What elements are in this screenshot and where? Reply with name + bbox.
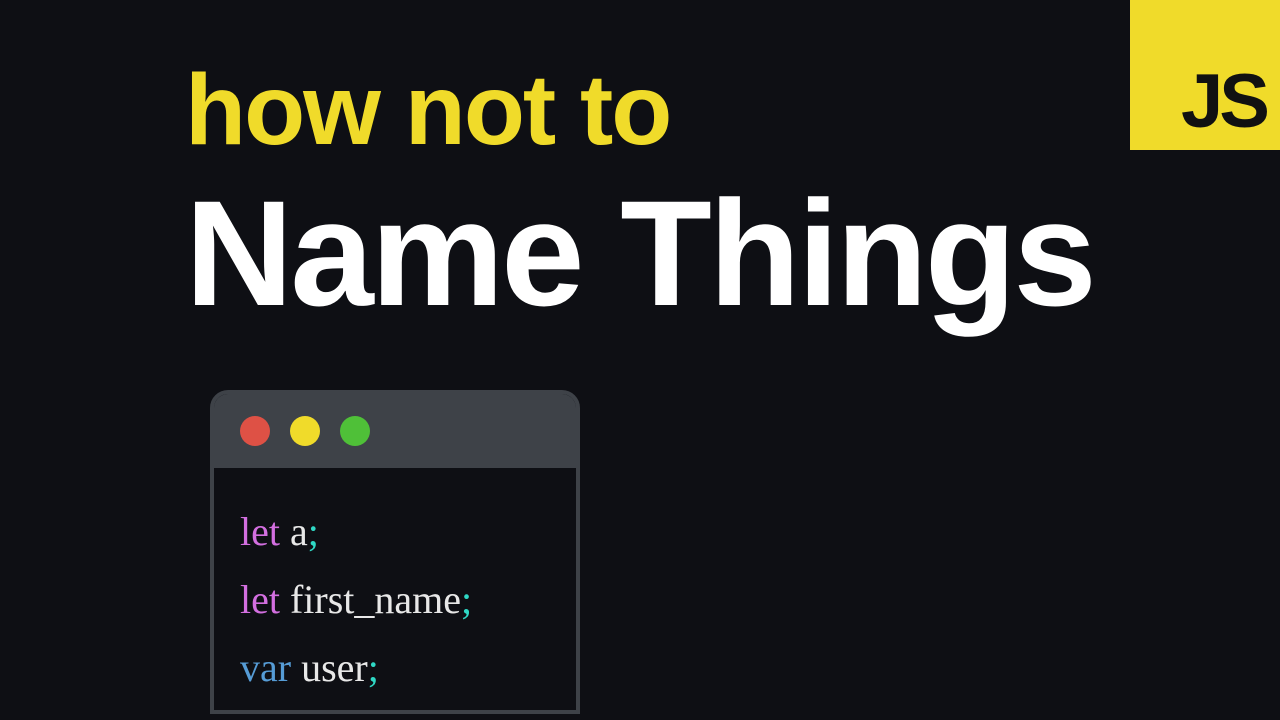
code-semicolon: ;	[461, 577, 472, 622]
window-dot-green-icon	[340, 416, 370, 446]
title-line-1: how not to	[185, 60, 1094, 160]
code-body: let a;let first_name;var user;	[214, 468, 576, 710]
js-badge-text: JS	[1181, 64, 1266, 140]
code-semicolon: ;	[308, 509, 319, 554]
title-block: how not to Name Things	[185, 60, 1094, 328]
code-keyword: var	[240, 645, 291, 690]
code-identifier: user	[301, 645, 368, 690]
window-dot-red-icon	[240, 416, 270, 446]
code-semicolon: ;	[368, 645, 379, 690]
title-line-2: Name Things	[185, 178, 1094, 328]
code-keyword: let	[240, 509, 280, 554]
code-window-titlebar	[214, 394, 576, 468]
code-line: let a;	[240, 498, 550, 566]
code-identifier: first_name	[290, 577, 461, 622]
code-line: let first_name;	[240, 566, 550, 634]
code-window: let a;let first_name;var user;	[210, 390, 580, 714]
js-badge: JS	[1130, 0, 1280, 150]
code-line: var user;	[240, 634, 550, 702]
code-keyword: let	[240, 577, 280, 622]
code-identifier: a	[290, 509, 308, 554]
window-dot-yellow-icon	[290, 416, 320, 446]
